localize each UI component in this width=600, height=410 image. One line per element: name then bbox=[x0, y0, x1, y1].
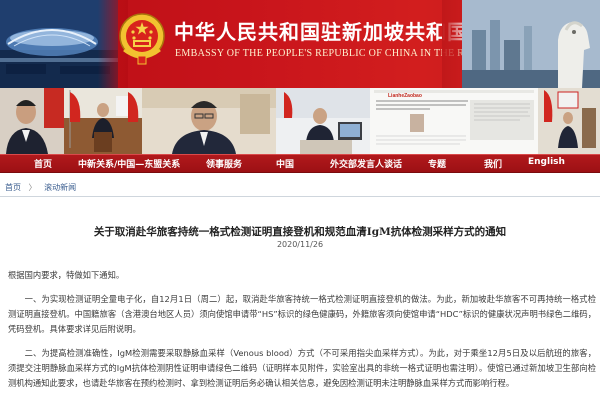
photo-flag-ceremony[interactable] bbox=[538, 88, 600, 154]
photo-flag-podium[interactable] bbox=[64, 88, 142, 154]
article-paragraph-intro: 根据国内要求，特做如下通知。 bbox=[8, 270, 125, 280]
nav-item-consular-services[interactable]: 领事服务 bbox=[206, 157, 242, 170]
national-emblem-icon bbox=[118, 12, 166, 66]
article-date: 2020/11/26 bbox=[276, 240, 324, 249]
nav-item-china[interactable]: 中国 bbox=[276, 157, 294, 170]
nav-item-english[interactable]: English bbox=[528, 157, 565, 167]
breadcrumb-divider bbox=[0, 196, 600, 197]
article-title: 关于取消赴华旅客持统一格式检测证明直接登机和规范血清IgM抗体检测采样方式的通知 bbox=[93, 226, 507, 238]
news-photo-strip: LianheZaobao bbox=[0, 88, 600, 154]
nav-item-topics[interactable]: 专题 bbox=[428, 157, 446, 170]
merlion-skyline-photo bbox=[462, 0, 600, 88]
newspaper-masthead: LianheZaobao bbox=[388, 93, 422, 99]
nav-item-about-us[interactable]: 我们 bbox=[484, 157, 502, 170]
photo-newspaper-clipping[interactable]: LianheZaobao bbox=[370, 88, 538, 154]
breadcrumb-rolling-news-link[interactable]: 滚动新闻 bbox=[44, 183, 76, 192]
article-paragraph-1: 一、为实现检测证明全量电子化，自12月1日（周二）起，取消赴华旅客持统一格式检测… bbox=[8, 294, 596, 334]
breadcrumb-separator: 〉 bbox=[28, 183, 37, 192]
nav-item-china-singapore-relations[interactable]: 中新关系/中国—东盟关系 bbox=[78, 157, 180, 170]
photo-speaker-portrait[interactable] bbox=[0, 88, 64, 154]
photo-ambassador-speaking[interactable] bbox=[142, 88, 276, 154]
nav-item-home[interactable]: 首页 bbox=[34, 157, 52, 170]
main-nav: 首页 中新关系/中国—东盟关系 领事服务 中国 外交部发言人谈话 专题 我们 E… bbox=[0, 154, 600, 173]
photo-video-call[interactable] bbox=[276, 88, 370, 154]
breadcrumb: 首页 〉 滚动新闻 bbox=[5, 182, 76, 193]
nav-item-spokesperson-remarks[interactable]: 外交部发言人谈话 bbox=[330, 157, 402, 170]
breadcrumb-home-link[interactable]: 首页 bbox=[5, 183, 21, 192]
article-paragraph-2: 二、为提高检测准确性，IgM检测需要采取静脉血采样（Venous blood）方… bbox=[8, 348, 596, 388]
site-banner: 中华人民共和国驻新加坡共和国大使馆 EMBASSY OF THE PEOPLE'… bbox=[0, 0, 600, 88]
